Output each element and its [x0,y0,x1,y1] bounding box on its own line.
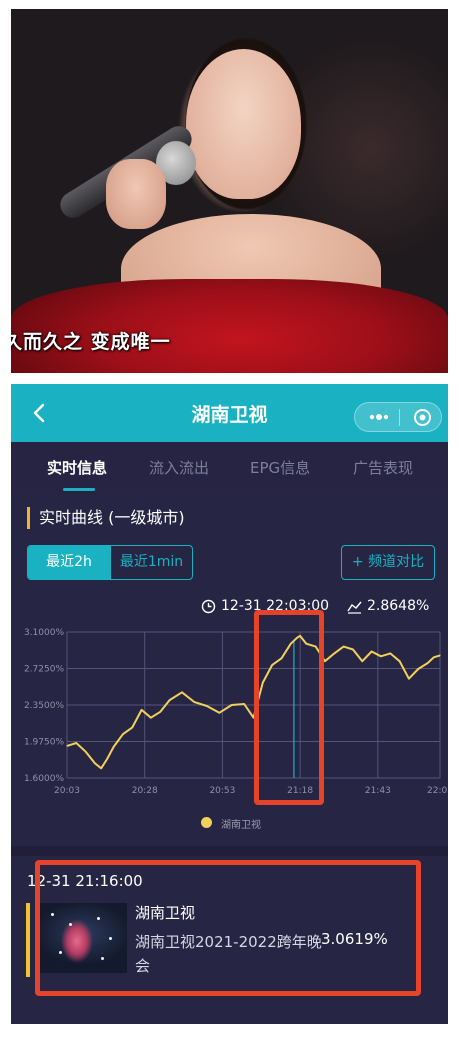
clock-icon [201,599,216,614]
detail-accent-bar [26,903,30,977]
x-tick-label: 20:28 [132,786,158,796]
series-point [75,742,77,744]
tab-ad-performance[interactable]: 广告表现 [353,457,413,478]
y-tick-label: 2.7250% [24,665,64,675]
x-tick-label: 21:43 [365,786,391,796]
series-point [218,712,220,714]
performer-hand [106,159,166,229]
series-point [439,654,441,656]
series-point [408,678,410,680]
app-screen: 湖南卫视 实时信息 流入流出 EPG信息 广告表现 实时曲线 (一级城市) 最近… [11,384,448,1024]
series-point [122,733,124,735]
series-point [181,691,183,693]
series-point [371,650,373,653]
series-point [399,660,401,662]
app-header: 湖南卫视 [11,384,448,442]
series-point [100,767,102,769]
target-circle-icon[interactable] [413,408,432,427]
x-tick-label: 22:03 [427,786,448,796]
series-point [150,717,152,719]
mini-program-capsule [354,402,442,432]
y-tick-label: 3.1000% [24,628,64,638]
series-point [243,703,245,705]
series-point [417,668,419,670]
series-point [333,652,335,654]
tab-epg-info[interactable]: EPG信息 [250,457,310,478]
x-tick-label: 20:03 [54,786,80,796]
video-frame: 久而久之 变成唯一 [11,9,448,373]
performer-face [186,49,301,199]
x-tick-label: 20:53 [209,786,235,796]
channel-compare-button[interactable]: + 频道对比 [341,545,435,580]
series-point [206,705,208,707]
active-tab-indicator [63,488,95,491]
series-point [343,646,345,648]
series-point [427,662,429,664]
series-point [131,726,133,728]
annotation-box-program-detail [35,860,421,996]
series-point [389,652,391,654]
series-point [324,660,326,662]
section-separator [11,846,448,856]
series-point [94,762,96,764]
series-point [169,699,171,701]
range-1min-button[interactable]: 最近1min [110,546,192,579]
tab-inflow-outflow[interactable]: 流入流出 [149,457,209,478]
more-dots-icon[interactable] [368,412,390,422]
series-point [66,745,68,747]
time-range-toggle: 最近2h 最近1min [27,545,193,580]
tab-realtime-info[interactable]: 实时信息 [47,457,107,478]
legend-swatch [201,817,212,828]
realtime-line-chart[interactable]: 1.6000% 1.9750% 2.3500% 2.7250% 3.1000% 20:03… [11,620,448,844]
section-title: 实时曲线 (一级城市) [27,507,185,529]
y-tick-label: 1.9750% [24,738,64,748]
series-point [193,701,195,703]
series-point [231,704,233,706]
readout-value: 2.8648% [367,598,430,614]
trend-line-icon [347,601,362,614]
series-point [113,746,115,748]
range-2h-button[interactable]: 最近2h [28,546,110,579]
series-point [106,757,108,760]
series-point [85,751,87,753]
red-dress [11,279,448,373]
y-tick-label: 1.6000% [24,774,64,784]
series-point [433,656,435,658]
series-point [361,660,363,662]
series-point [141,709,143,711]
capsule-divider [399,409,400,426]
series-point [380,655,382,657]
y-tick-label: 2.3500% [24,701,64,711]
series-point [352,648,354,651]
legend-label: 湖南卫视 [221,820,261,831]
annotation-box-chart-peak [254,610,324,805]
tab-bar: 实时信息 流入流出 EPG信息 广告表现 [11,442,448,494]
series-point [159,711,161,713]
video-subtitle: 久而久之 变成唯一 [11,331,171,353]
